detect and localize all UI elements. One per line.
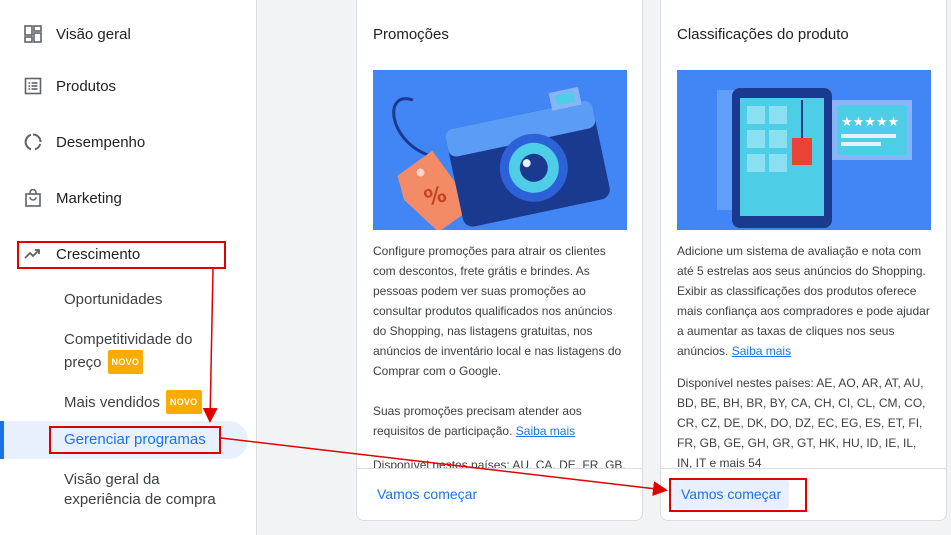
annotation-box-growth	[17, 241, 226, 269]
sidebar-subitem-label: Visão geral da experiência de compra	[64, 470, 216, 510]
label-text: Mais vendidos	[64, 394, 160, 411]
label-line-1: Visão geral da	[64, 471, 160, 488]
card-title: Classificações do produto	[677, 26, 849, 43]
shopping-bag-icon	[24, 188, 42, 207]
sidebar-item-label: Produtos	[56, 77, 117, 95]
learn-more-link[interactable]: Saiba mais	[732, 344, 791, 358]
label-line-1: Competitividade do	[64, 331, 193, 348]
promotions-card: Promoções % Configure promoções para atr…	[356, 0, 643, 521]
sidebar-subitem-shopping-experience[interactable]: Visão geral da experiência de compra	[0, 470, 256, 510]
description-text: Configure promoções para atrair os clien…	[373, 244, 622, 378]
card-description: Adicione um sistema de avaliação e nota …	[677, 241, 933, 493]
camera-illustration: %	[373, 70, 627, 230]
sidebar-subitem-opportunities[interactable]: Oportunidades	[0, 290, 256, 310]
description-label: Adicione um sistema de avaliação e nota …	[677, 244, 930, 358]
sidebar-item-performance[interactable]: Desempenho	[0, 122, 256, 162]
label-line-2: experiência de compra	[64, 491, 216, 508]
list-icon	[24, 77, 42, 95]
sidebar-item-products[interactable]: Produtos	[0, 66, 256, 106]
card-title: Promoções	[373, 26, 449, 43]
sidebar-item-overview[interactable]: Visão geral	[0, 14, 256, 54]
annotation-box-get-started	[669, 478, 807, 512]
description-text: Adicione um sistema de avaliação e nota …	[677, 241, 933, 361]
tablet-rating-illustration: ★★★★★	[677, 70, 931, 230]
get-started-button[interactable]: Vamos começar	[369, 479, 485, 509]
card-description: Configure promoções para atrair os clien…	[373, 241, 629, 461]
sidebar-item-label: Visão geral	[56, 25, 131, 43]
sidebar-subitem-price-competitiveness[interactable]: Competitividade do preço NOVO	[0, 330, 256, 374]
new-badge: NOVO	[107, 350, 144, 374]
sidebar-subitem-best-sellers[interactable]: Mais vendidos NOVO	[0, 390, 256, 414]
learn-more-link[interactable]: Saiba mais	[516, 424, 575, 438]
dashboard-icon	[24, 25, 42, 43]
sidebar-subitem-label: Mais vendidos NOVO	[64, 390, 202, 414]
sidebar-item-label: Desempenho	[56, 133, 146, 151]
annotation-box-manage-programs	[49, 426, 221, 454]
sidebar-subitem-label: Oportunidades	[64, 291, 163, 308]
card-footer: Vamos começar	[357, 468, 642, 520]
donut-chart-icon	[24, 133, 42, 151]
requirements-text: Suas promoções precisam atender aos requ…	[373, 401, 629, 441]
svg-text:★★★★★: ★★★★★	[841, 115, 899, 130]
product-ratings-card: Classificações do produto ★★★★★ Adicione…	[660, 0, 947, 521]
new-badge: NOVO	[165, 390, 202, 414]
countries-text: Disponível nestes países: AE, AO, AR, AT…	[677, 373, 933, 473]
label-line-2: preço	[64, 354, 102, 371]
sidebar-subitem-label: Competitividade do preço NOVO	[64, 330, 192, 374]
sidebar-item-marketing[interactable]: Marketing	[0, 178, 256, 218]
sidebar-item-label: Marketing	[56, 189, 122, 207]
